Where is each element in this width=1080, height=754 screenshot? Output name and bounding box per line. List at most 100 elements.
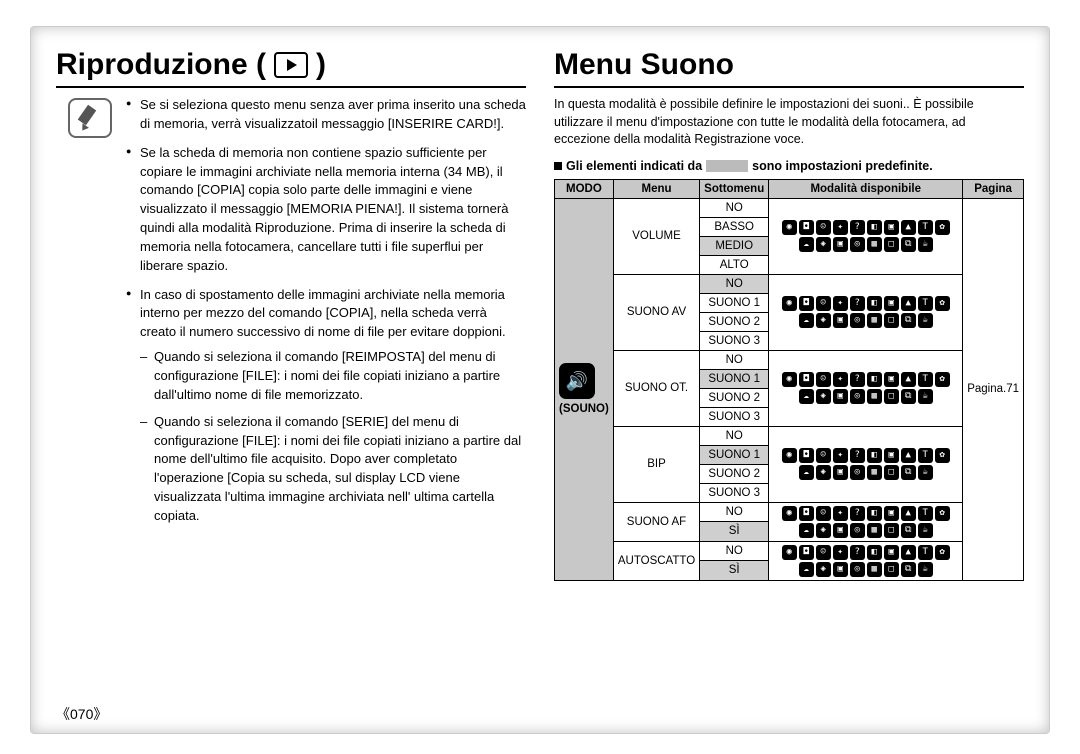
mode-icon: ▣ — [833, 389, 848, 404]
modo-label: (SOUNO) — [559, 403, 609, 415]
left-heading-text: Riproduzione ( — [56, 48, 266, 82]
mode-icon: ✦ — [833, 448, 848, 463]
mode-icon: ◎ — [850, 562, 865, 577]
left-heading-tail: ) — [316, 48, 326, 82]
mode-icon: ◈ — [816, 313, 831, 328]
note-bullet-text: In caso di spostamento delle immagini ar… — [140, 287, 506, 340]
sound-tbody: 🔊(SOUNO)VOLUMENO◉◘☺✦?◧▣▲T✿☁◈▣◎▦□⧉☕Pagina… — [555, 198, 1024, 580]
mode-icon: ☁ — [799, 313, 814, 328]
mode-icon: ☕ — [918, 562, 933, 577]
mode-icon: T — [918, 372, 933, 387]
mode-icon: ▣ — [833, 237, 848, 252]
submenu-cell: NO — [700, 350, 769, 369]
mode-icon: ▦ — [867, 523, 882, 538]
submenu-cell: SUONO 2 — [700, 388, 769, 407]
mode-icon: ✿ — [935, 296, 950, 311]
mode-icons-cell: ◉◘☺✦?◧▣▲T✿☁◈▣◎▦□⧉☕ — [769, 426, 963, 502]
menu-cell: SUONO AV — [613, 274, 699, 350]
mode-icon: ◘ — [799, 372, 814, 387]
table-row: SUONO AVNO◉◘☺✦?◧▣▲T✿☁◈▣◎▦□⧉☕ — [555, 274, 1024, 293]
mode-icon: ◉ — [782, 545, 797, 560]
submenu-cell: SUONO 3 — [700, 407, 769, 426]
mode-icon: ▣ — [884, 372, 899, 387]
mode-icon: ☺ — [816, 448, 831, 463]
mode-icon: ⧉ — [901, 389, 916, 404]
mode-icons-cell: ◉◘☺✦?◧▣▲T✿☁◈▣◎▦□⧉☕ — [769, 502, 963, 541]
mode-icon: ✦ — [833, 296, 848, 311]
mode-icon: ▲ — [901, 220, 916, 235]
mode-icon: ? — [850, 448, 865, 463]
mode-icon: ◈ — [816, 562, 831, 577]
submenu-cell: NO — [700, 502, 769, 522]
mode-icon: ✿ — [935, 220, 950, 235]
mode-icon: ☺ — [816, 506, 831, 521]
mode-icon: ✿ — [935, 448, 950, 463]
submenu-cell: SUONO 3 — [700, 483, 769, 502]
mode-icon: ▣ — [884, 220, 899, 235]
mode-icon: ☕ — [918, 523, 933, 538]
table-row: 🔊(SOUNO)VOLUMENO◉◘☺✦?◧▣▲T✿☁◈▣◎▦□⧉☕Pagina… — [555, 198, 1024, 217]
mode-icon: ✦ — [833, 372, 848, 387]
table-row: SUONO AFNO◉◘☺✦?◧▣▲T✿☁◈▣◎▦□⧉☕ — [555, 502, 1024, 522]
note-bullet: Se si seleziona questo menu senza aver p… — [126, 96, 526, 134]
menu-cell: SUONO OT. — [613, 350, 699, 426]
mode-icon: ◧ — [867, 372, 882, 387]
note-dash: Quando si seleziona il comando [SERIE] d… — [140, 413, 526, 526]
th-sub: Sottomenu — [700, 179, 769, 198]
mode-icon: ◈ — [816, 389, 831, 404]
mode-icon: ◉ — [782, 296, 797, 311]
mode-icon: ◧ — [867, 545, 882, 560]
mode-icon: ☕ — [918, 389, 933, 404]
mode-icon: ▣ — [884, 545, 899, 560]
page-two-columns: Riproduzione ( ) Se si seleziona questo … — [56, 48, 1024, 581]
mode-icon: ▣ — [884, 296, 899, 311]
th-page: Pagina — [963, 179, 1024, 198]
left-column: Riproduzione ( ) Se si seleziona questo … — [56, 48, 526, 581]
mode-icon: □ — [884, 237, 899, 252]
right-column: Menu Suono In questa modalità è possibil… — [554, 48, 1024, 581]
mode-icon: ☺ — [816, 372, 831, 387]
mode-icon: ▣ — [833, 465, 848, 480]
mode-icon: T — [918, 506, 933, 521]
mode-icon: ? — [850, 545, 865, 560]
mode-icon: ? — [850, 506, 865, 521]
mode-icon: ☁ — [799, 465, 814, 480]
mode-icon: □ — [884, 562, 899, 577]
submenu-cell: NO — [700, 426, 769, 445]
mode-icon: ⧉ — [901, 465, 916, 480]
mode-icon: ☺ — [816, 545, 831, 560]
mode-icon: T — [918, 545, 933, 560]
mode-icon: ? — [850, 220, 865, 235]
menu-cell: VOLUME — [613, 198, 699, 274]
th-modes: Modalità disponibile — [769, 179, 963, 198]
submenu-cell: SUONO 2 — [700, 312, 769, 331]
mode-icon: ◘ — [799, 545, 814, 560]
mode-icon: ☁ — [799, 562, 814, 577]
mode-icon: T — [918, 220, 933, 235]
mode-icon: ☕ — [918, 237, 933, 252]
mode-icon: ▦ — [867, 389, 882, 404]
pencil-icon — [78, 106, 102, 130]
table-row: AUTOSCATTONO◉◘☺✦?◧▣▲T✿☁◈▣◎▦□⧉☕ — [555, 541, 1024, 561]
submenu-cell: NO — [700, 541, 769, 561]
th-modo: MODO — [555, 179, 614, 198]
table-row: BIPNO◉◘☺✦?◧▣▲T✿☁◈▣◎▦□⧉☕ — [555, 426, 1024, 445]
mode-icon: ◈ — [816, 465, 831, 480]
note-dash: Quando si seleziona il comando [REIMPOST… — [140, 348, 526, 405]
mode-icon: ◉ — [782, 372, 797, 387]
mode-icon: □ — [884, 313, 899, 328]
mode-icon: ✿ — [935, 545, 950, 560]
note-block: Se si seleziona questo menu senza aver p… — [68, 96, 526, 536]
mode-icon: ◎ — [850, 389, 865, 404]
submenu-cell: NO — [700, 198, 769, 217]
submenu-cell: BASSO — [700, 217, 769, 236]
mode-icon: ⧉ — [901, 523, 916, 538]
mode-icon: ◎ — [850, 465, 865, 480]
submenu-cell: SUONO 2 — [700, 464, 769, 483]
note-body: Se si seleziona questo menu senza aver p… — [126, 96, 526, 536]
mode-icon: ▦ — [867, 237, 882, 252]
note-dash-list: Quando si seleziona il comando [REIMPOST… — [140, 348, 526, 526]
note-bullet: Se la scheda di memoria non contiene spa… — [126, 144, 526, 276]
legend-after: sono impostazioni predefinite. — [752, 159, 933, 173]
mode-icon: ▦ — [867, 562, 882, 577]
